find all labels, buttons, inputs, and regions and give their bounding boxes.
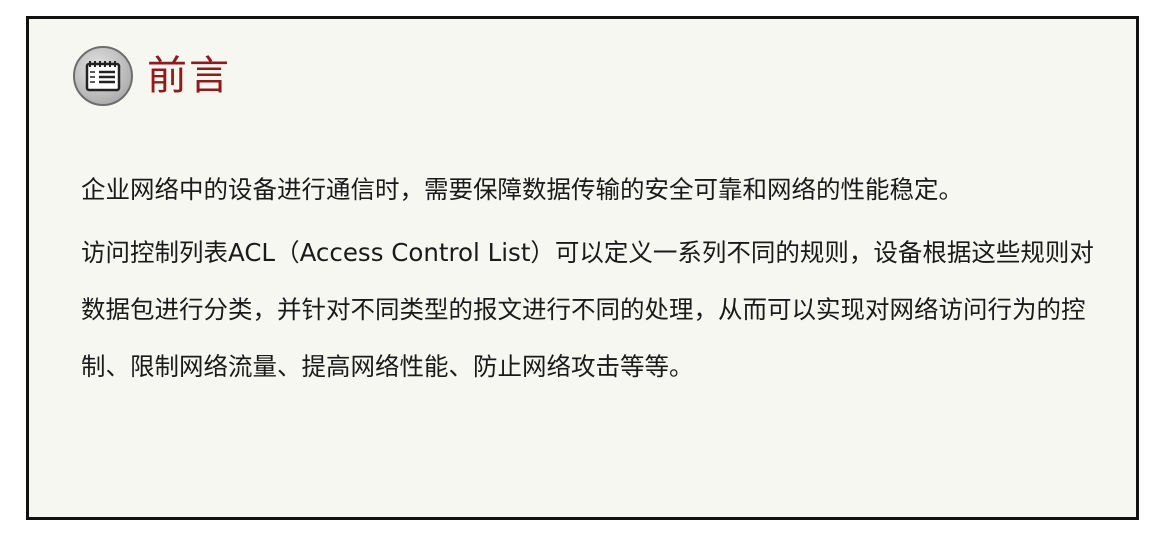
paragraph-acl: 访问控制列表ACL（Access Control List）可以定义一系列不同的… xyxy=(81,238,1094,381)
notepad-icon xyxy=(73,46,133,106)
paragraph-intro: 企业网络中的设备进行通信时，需要保障数据传输的安全可靠和网络的性能稳定。 xyxy=(81,175,963,204)
preface-body: 企业网络中的设备进行通信时，需要保障数据传输的安全可靠和网络的性能稳定。 访问控… xyxy=(81,161,1101,395)
panel-header: 前言 xyxy=(73,45,231,107)
page-title: 前言 xyxy=(147,53,231,99)
preface-panel: 前言 企业网络中的设备进行通信时，需要保障数据传输的安全可靠和网络的性能稳定。 … xyxy=(26,16,1139,520)
